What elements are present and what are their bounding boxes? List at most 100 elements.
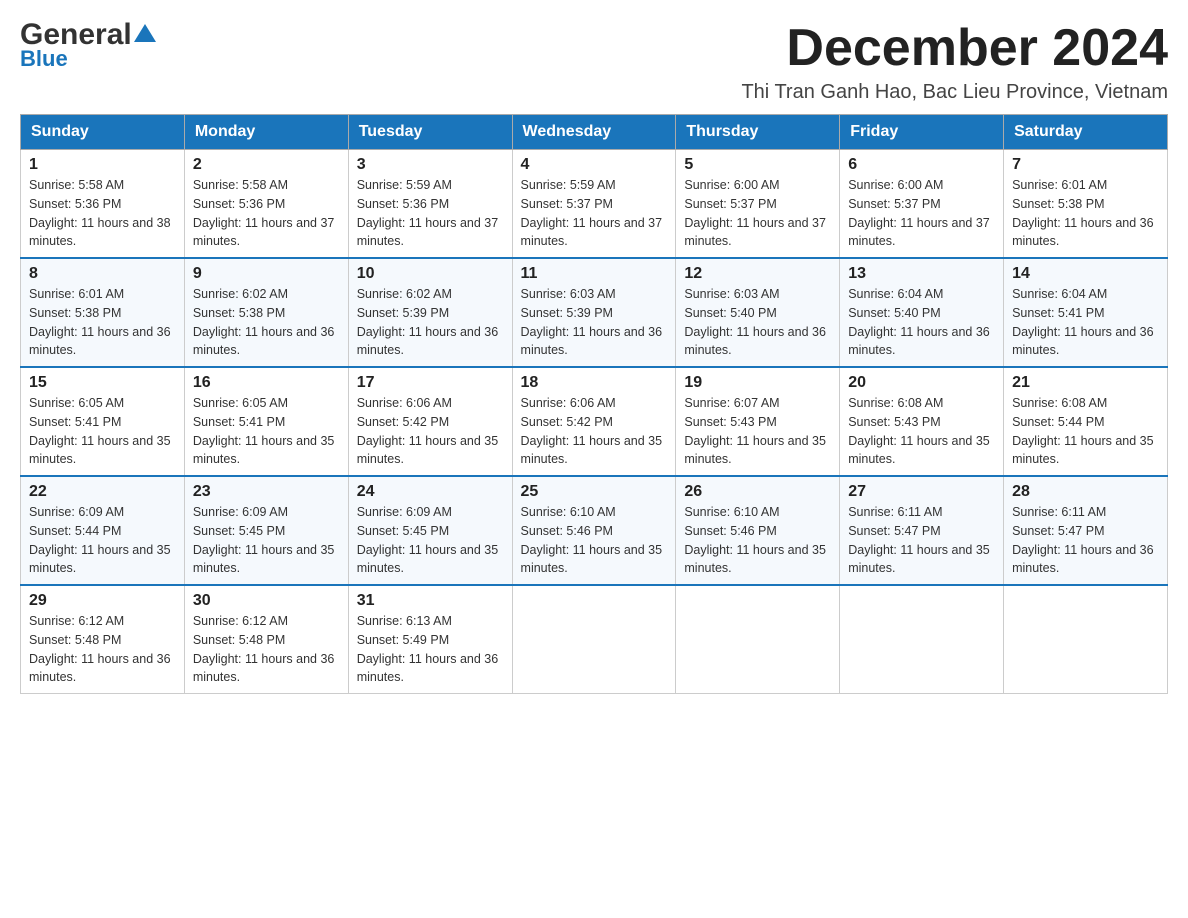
day-info: Sunrise: 5:58 AM Sunset: 5:36 PM Dayligh… <box>29 176 176 251</box>
calendar-week-row: 8 Sunrise: 6:01 AM Sunset: 5:38 PM Dayli… <box>21 258 1168 367</box>
title-block: December 2024 Thi Tran Ganh Hao, Bac Lie… <box>741 20 1168 104</box>
day-number: 25 <box>521 483 668 501</box>
calendar-cell <box>676 585 840 694</box>
day-number: 31 <box>357 592 504 610</box>
calendar-week-row: 1 Sunrise: 5:58 AM Sunset: 5:36 PM Dayli… <box>21 150 1168 259</box>
day-info: Sunrise: 5:59 AM Sunset: 5:37 PM Dayligh… <box>521 176 668 251</box>
calendar-cell: 21 Sunrise: 6:08 AM Sunset: 5:44 PM Dayl… <box>1004 367 1168 476</box>
calendar-cell: 16 Sunrise: 6:05 AM Sunset: 5:41 PM Dayl… <box>184 367 348 476</box>
day-number: 8 <box>29 265 176 283</box>
calendar-cell: 24 Sunrise: 6:09 AM Sunset: 5:45 PM Dayl… <box>348 476 512 585</box>
calendar-cell <box>512 585 676 694</box>
calendar-cell: 30 Sunrise: 6:12 AM Sunset: 5:48 PM Dayl… <box>184 585 348 694</box>
calendar-cell: 26 Sunrise: 6:10 AM Sunset: 5:46 PM Dayl… <box>676 476 840 585</box>
day-number: 15 <box>29 374 176 392</box>
day-info: Sunrise: 6:10 AM Sunset: 5:46 PM Dayligh… <box>684 503 831 578</box>
day-info: Sunrise: 6:13 AM Sunset: 5:49 PM Dayligh… <box>357 612 504 687</box>
day-info: Sunrise: 6:09 AM Sunset: 5:44 PM Dayligh… <box>29 503 176 578</box>
day-info: Sunrise: 6:01 AM Sunset: 5:38 PM Dayligh… <box>29 285 176 360</box>
day-number: 24 <box>357 483 504 501</box>
day-info: Sunrise: 6:03 AM Sunset: 5:40 PM Dayligh… <box>684 285 831 360</box>
day-info: Sunrise: 6:02 AM Sunset: 5:38 PM Dayligh… <box>193 285 340 360</box>
calendar-cell: 1 Sunrise: 5:58 AM Sunset: 5:36 PM Dayli… <box>21 150 185 259</box>
calendar-cell: 5 Sunrise: 6:00 AM Sunset: 5:37 PM Dayli… <box>676 150 840 259</box>
day-info: Sunrise: 6:06 AM Sunset: 5:42 PM Dayligh… <box>521 394 668 469</box>
day-number: 21 <box>1012 374 1159 392</box>
calendar-cell: 20 Sunrise: 6:08 AM Sunset: 5:43 PM Dayl… <box>840 367 1004 476</box>
day-number: 30 <box>193 592 340 610</box>
calendar-cell <box>840 585 1004 694</box>
day-of-week-header: Monday <box>184 115 348 150</box>
calendar-cell: 6 Sunrise: 6:00 AM Sunset: 5:37 PM Dayli… <box>840 150 1004 259</box>
day-number: 20 <box>848 374 995 392</box>
day-number: 18 <box>521 374 668 392</box>
calendar-cell: 28 Sunrise: 6:11 AM Sunset: 5:47 PM Dayl… <box>1004 476 1168 585</box>
day-number: 28 <box>1012 483 1159 501</box>
calendar-week-row: 29 Sunrise: 6:12 AM Sunset: 5:48 PM Dayl… <box>21 585 1168 694</box>
calendar-week-row: 22 Sunrise: 6:09 AM Sunset: 5:44 PM Dayl… <box>21 476 1168 585</box>
day-number: 11 <box>521 265 668 283</box>
day-info: Sunrise: 6:11 AM Sunset: 5:47 PM Dayligh… <box>1012 503 1159 578</box>
day-info: Sunrise: 6:00 AM Sunset: 5:37 PM Dayligh… <box>848 176 995 251</box>
day-info: Sunrise: 6:11 AM Sunset: 5:47 PM Dayligh… <box>848 503 995 578</box>
calendar-cell: 27 Sunrise: 6:11 AM Sunset: 5:47 PM Dayl… <box>840 476 1004 585</box>
day-info: Sunrise: 6:12 AM Sunset: 5:48 PM Dayligh… <box>193 612 340 687</box>
month-title: December 2024 <box>741 20 1168 77</box>
day-number: 14 <box>1012 265 1159 283</box>
calendar-cell: 23 Sunrise: 6:09 AM Sunset: 5:45 PM Dayl… <box>184 476 348 585</box>
calendar-cell: 7 Sunrise: 6:01 AM Sunset: 5:38 PM Dayli… <box>1004 150 1168 259</box>
location-subtitle: Thi Tran Ganh Hao, Bac Lieu Province, Vi… <box>741 81 1168 104</box>
calendar-week-row: 15 Sunrise: 6:05 AM Sunset: 5:41 PM Dayl… <box>21 367 1168 476</box>
day-info: Sunrise: 6:05 AM Sunset: 5:41 PM Dayligh… <box>29 394 176 469</box>
calendar-cell: 10 Sunrise: 6:02 AM Sunset: 5:39 PM Dayl… <box>348 258 512 367</box>
day-info: Sunrise: 6:09 AM Sunset: 5:45 PM Dayligh… <box>193 503 340 578</box>
day-of-week-header: Friday <box>840 115 1004 150</box>
day-info: Sunrise: 6:05 AM Sunset: 5:41 PM Dayligh… <box>193 394 340 469</box>
calendar-cell: 3 Sunrise: 5:59 AM Sunset: 5:36 PM Dayli… <box>348 150 512 259</box>
day-number: 1 <box>29 156 176 174</box>
day-of-week-header: Sunday <box>21 115 185 150</box>
calendar-cell <box>1004 585 1168 694</box>
day-number: 2 <box>193 156 340 174</box>
calendar-header-row: SundayMondayTuesdayWednesdayThursdayFrid… <box>21 115 1168 150</box>
day-info: Sunrise: 6:02 AM Sunset: 5:39 PM Dayligh… <box>357 285 504 360</box>
calendar-cell: 11 Sunrise: 6:03 AM Sunset: 5:39 PM Dayl… <box>512 258 676 367</box>
logo: General Blue <box>20 20 156 72</box>
day-of-week-header: Wednesday <box>512 115 676 150</box>
day-number: 22 <box>29 483 176 501</box>
page-header: General Blue December 2024 Thi Tran Ganh… <box>20 20 1168 104</box>
day-info: Sunrise: 6:06 AM Sunset: 5:42 PM Dayligh… <box>357 394 504 469</box>
day-info: Sunrise: 5:59 AM Sunset: 5:36 PM Dayligh… <box>357 176 504 251</box>
calendar-cell: 8 Sunrise: 6:01 AM Sunset: 5:38 PM Dayli… <box>21 258 185 367</box>
day-number: 23 <box>193 483 340 501</box>
calendar-cell: 17 Sunrise: 6:06 AM Sunset: 5:42 PM Dayl… <box>348 367 512 476</box>
day-number: 13 <box>848 265 995 283</box>
day-number: 12 <box>684 265 831 283</box>
calendar-table: SundayMondayTuesdayWednesdayThursdayFrid… <box>20 114 1168 694</box>
day-number: 29 <box>29 592 176 610</box>
day-info: Sunrise: 6:12 AM Sunset: 5:48 PM Dayligh… <box>29 612 176 687</box>
day-number: 19 <box>684 374 831 392</box>
calendar-cell: 13 Sunrise: 6:04 AM Sunset: 5:40 PM Dayl… <box>840 258 1004 367</box>
day-number: 17 <box>357 374 504 392</box>
calendar-cell: 19 Sunrise: 6:07 AM Sunset: 5:43 PM Dayl… <box>676 367 840 476</box>
day-number: 3 <box>357 156 504 174</box>
calendar-cell: 29 Sunrise: 6:12 AM Sunset: 5:48 PM Dayl… <box>21 585 185 694</box>
day-info: Sunrise: 6:04 AM Sunset: 5:40 PM Dayligh… <box>848 285 995 360</box>
day-info: Sunrise: 6:04 AM Sunset: 5:41 PM Dayligh… <box>1012 285 1159 360</box>
day-info: Sunrise: 5:58 AM Sunset: 5:36 PM Dayligh… <box>193 176 340 251</box>
logo-triangle-icon <box>134 22 156 44</box>
day-number: 10 <box>357 265 504 283</box>
day-number: 26 <box>684 483 831 501</box>
day-number: 6 <box>848 156 995 174</box>
calendar-cell: 22 Sunrise: 6:09 AM Sunset: 5:44 PM Dayl… <box>21 476 185 585</box>
day-of-week-header: Saturday <box>1004 115 1168 150</box>
day-info: Sunrise: 6:03 AM Sunset: 5:39 PM Dayligh… <box>521 285 668 360</box>
calendar-cell: 15 Sunrise: 6:05 AM Sunset: 5:41 PM Dayl… <box>21 367 185 476</box>
day-info: Sunrise: 6:10 AM Sunset: 5:46 PM Dayligh… <box>521 503 668 578</box>
day-info: Sunrise: 6:07 AM Sunset: 5:43 PM Dayligh… <box>684 394 831 469</box>
calendar-cell: 14 Sunrise: 6:04 AM Sunset: 5:41 PM Dayl… <box>1004 258 1168 367</box>
day-number: 4 <box>521 156 668 174</box>
day-number: 16 <box>193 374 340 392</box>
calendar-cell: 4 Sunrise: 5:59 AM Sunset: 5:37 PM Dayli… <box>512 150 676 259</box>
